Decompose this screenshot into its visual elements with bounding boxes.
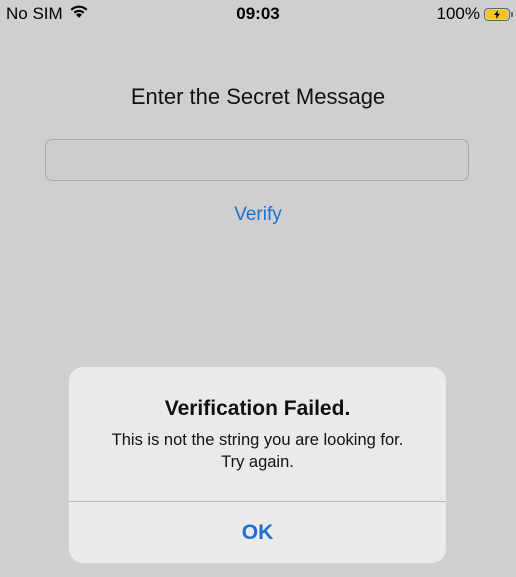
alert-dialog: Verification Failed. This is not the str… (69, 367, 446, 563)
verify-button[interactable]: Verify (218, 204, 298, 226)
alert-message: This is not the string you are looking f… (111, 431, 404, 471)
lightning-bolt-icon (494, 9, 500, 19)
battery-cap (511, 11, 513, 17)
status-right: 100% (436, 4, 513, 24)
status-bar: No SIM 09:03 100% (0, 0, 516, 28)
secret-message-input[interactable] (45, 139, 469, 181)
battery-fill (486, 9, 508, 19)
ok-button[interactable]: OK (69, 502, 446, 563)
battery-percent: 100% (436, 4, 480, 23)
alert-title: Verification Failed. (164, 397, 351, 420)
battery-icon (484, 7, 513, 21)
page-title: Enter the Secret Message (130, 84, 386, 109)
